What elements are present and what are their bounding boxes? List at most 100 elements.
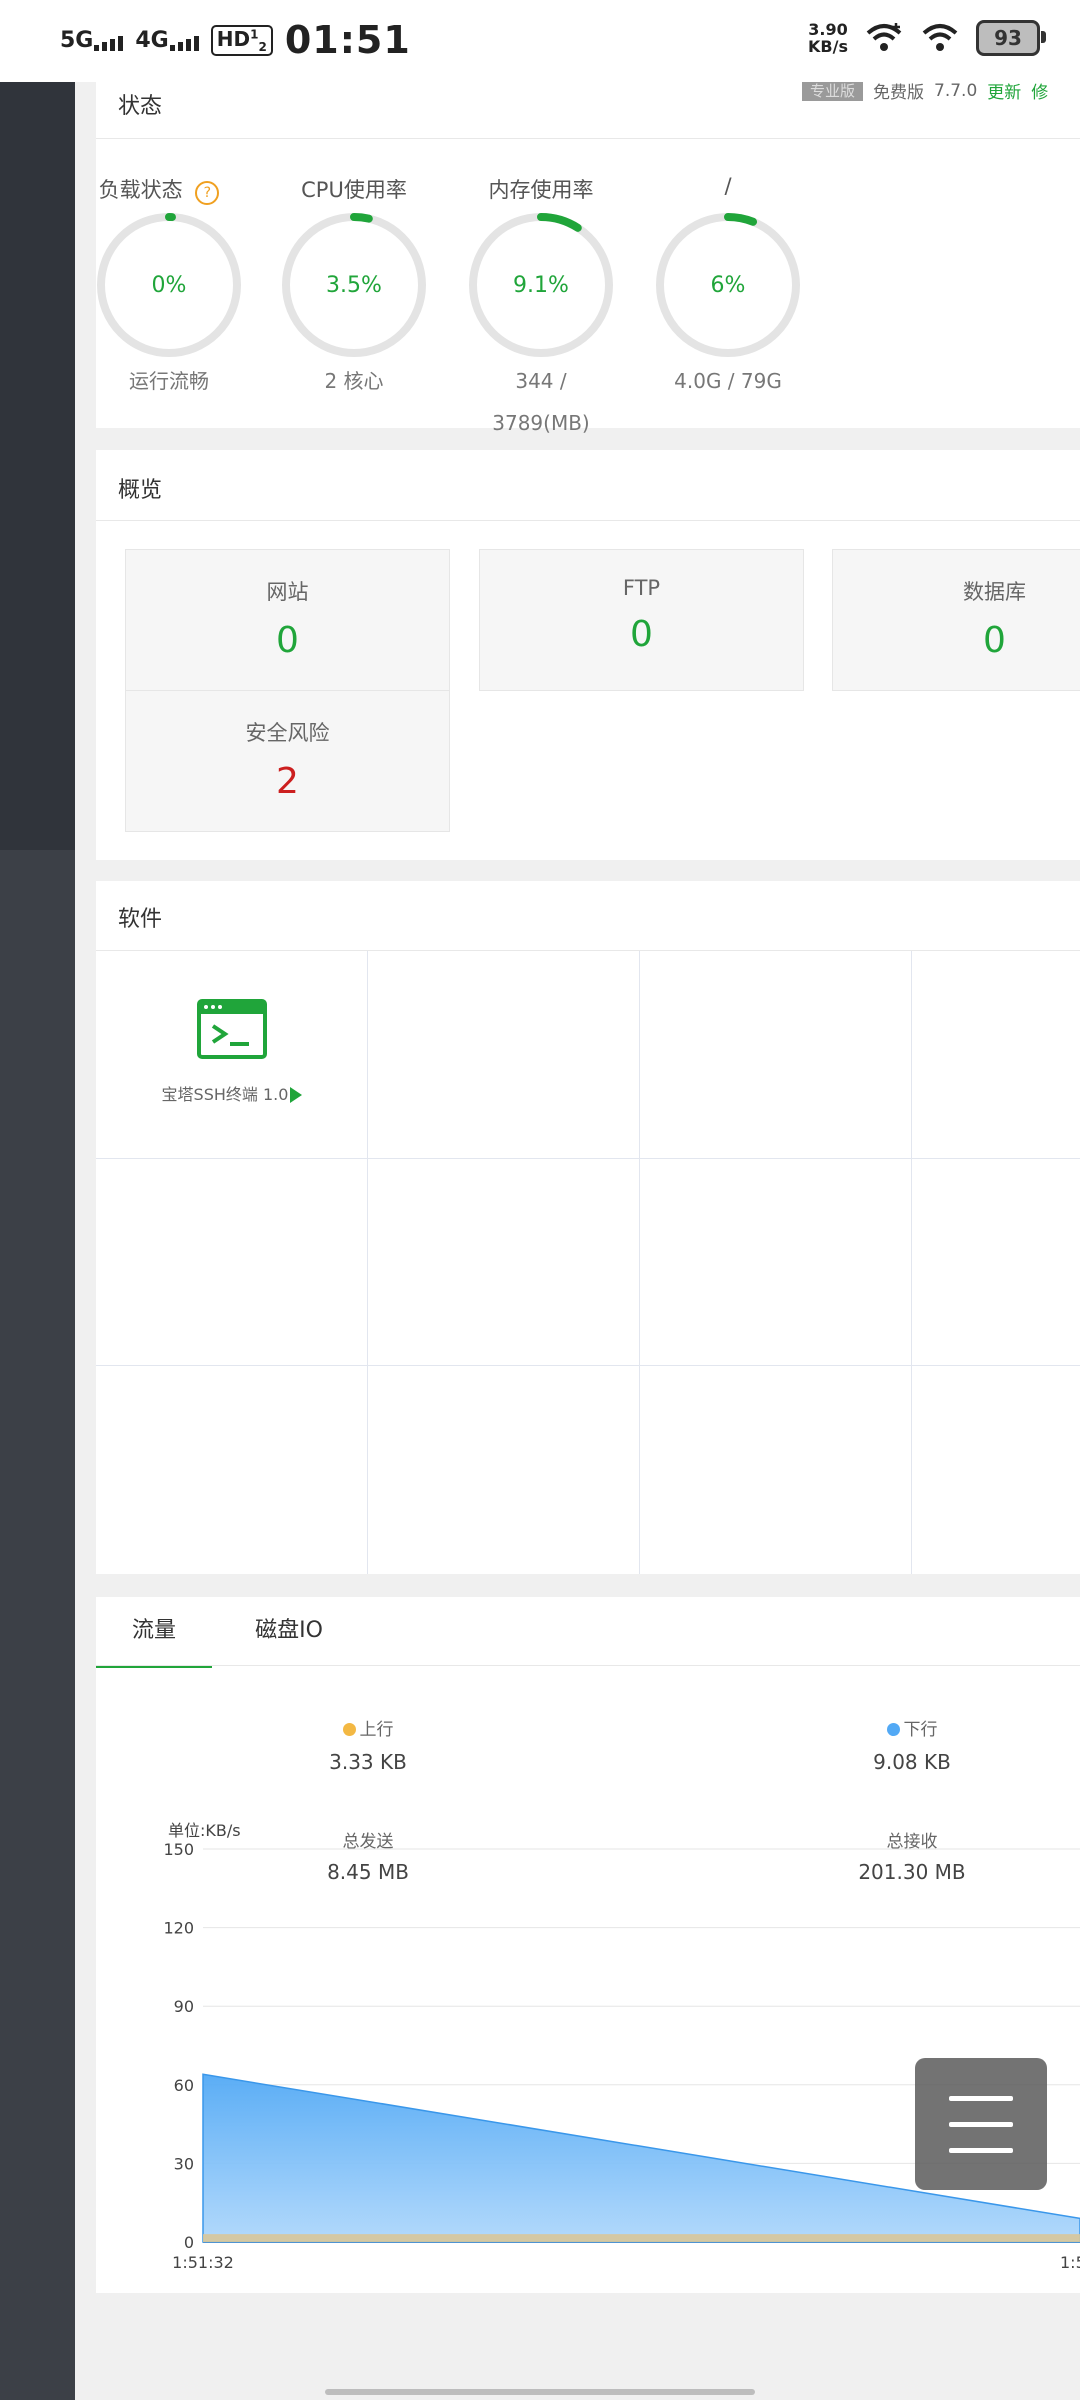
software-slot (96, 1159, 368, 1366)
download-dot-icon (886, 1723, 900, 1736)
gauge-sub-line: 4.0G / 79G (674, 369, 782, 393)
wifi-plus-icon (866, 23, 902, 51)
gauge-cpu[interactable]: 3.5% (279, 210, 429, 360)
wifi-icon (922, 24, 958, 51)
system-status-bar: 5G 4G HD12 01:51 3.90 KB/s 93 (0, 0, 1080, 82)
play-icon[interactable] (290, 1087, 303, 1103)
overview-label: 安全风险 (245, 721, 330, 745)
gauge-value: 9.1% (513, 272, 569, 298)
upload-rate: 3.33 KB (329, 1750, 407, 1774)
gauge-sub-line: 3789(MB) (492, 411, 590, 435)
y-tick-label: 90 (174, 1997, 194, 2016)
upload-dot-icon (342, 1723, 356, 1736)
legend-upload: 上行 (268, 1715, 468, 1740)
gauge-label-disk: / (724, 174, 732, 198)
hd-voice-icon: HD12 (210, 24, 273, 56)
network-type-label: 4G (135, 27, 169, 53)
software-grid: 宝塔SSH终端 1.0 (96, 951, 1080, 1574)
y-tick-label: 0 (184, 2233, 194, 2252)
software-slot (640, 951, 912, 1159)
overview-value: 0 (983, 620, 1006, 661)
y-tick-label: 120 (163, 1919, 194, 1938)
gauge-label-memory: 内存使用率 (488, 178, 594, 202)
divider (96, 1665, 1080, 1666)
speed-unit: KB/s (808, 37, 848, 56)
gauge-label-text: 负载状态 (98, 178, 183, 202)
clock: 01:51 (284, 18, 411, 62)
network-type-label: 5G (60, 27, 94, 53)
software-item[interactable]: 宝塔SSH终端 1.0 (96, 951, 368, 1159)
divider (96, 520, 1080, 521)
overview-label: FTP (622, 576, 661, 600)
speed-value: 3.90 (808, 20, 848, 39)
sidebar-menu-area[interactable] (0, 82, 75, 850)
gauge-value: 3.5% (326, 272, 382, 298)
legend-download: 下行 (812, 1715, 1012, 1740)
signal-bars-icon (94, 35, 124, 51)
gauge-sub-line: 344 / (515, 369, 567, 393)
overview-websites[interactable]: 网站 0 (125, 549, 450, 691)
y-tick-label: 150 (163, 1840, 194, 1859)
x-tick-label: 1:51:32 (172, 2253, 234, 2272)
chart-y-axis-label: 单位:KB/s (168, 1821, 241, 1840)
floating-menu-button[interactable] (915, 2058, 1047, 2190)
software-slot (912, 1159, 1080, 1366)
legend-label: 下行 (903, 1720, 938, 1740)
software-item-label: 宝塔SSH终端 1.0 (96, 1081, 368, 1105)
version-badge: 专业版 (802, 80, 864, 101)
tab-disk-io[interactable]: 磁盘IO (232, 1597, 346, 1665)
gauge-value: 0% (151, 272, 187, 298)
gauge-sub-line: 运行流畅 (129, 369, 209, 393)
divider (96, 138, 1080, 139)
software-slot (912, 951, 1080, 1159)
overview-ftp[interactable]: FTP 0 (479, 549, 804, 691)
software-slot (912, 1366, 1080, 1574)
overview-value: 0 (630, 614, 653, 655)
gauge-disk[interactable]: 6% (653, 210, 803, 360)
terminal-icon (197, 999, 267, 1059)
software-slot (368, 1366, 640, 1574)
tab-traffic[interactable]: 流量 (96, 1597, 212, 1668)
gauge-sub-disk: 4.0G / 79G (638, 360, 818, 402)
signal-4g-indicator: 4G (135, 27, 199, 53)
overview-security-risk[interactable]: 安全风险 2 (125, 690, 450, 832)
software-name: 宝塔SSH终端 1.0 (161, 1085, 289, 1104)
overview-card: 概览 网站 0 FTP 0 数据库 0 安全风险 2 (96, 450, 1080, 860)
section-title: 状态 (118, 94, 163, 119)
gauge-sub-memory: 344 / 3789(MB) (451, 360, 631, 444)
signal-5g-indicator: 5G (60, 27, 124, 53)
help-icon[interactable]: ? (195, 181, 220, 205)
gauge-sub-line: 2 核心 (324, 369, 384, 393)
software-slot (640, 1159, 912, 1366)
status-card: 专业版 免费版 7.7.0 更新 修 状态 负载状态 ? 0% 运行流畅 CPU… (94, 80, 1080, 435)
gauge-memory[interactable]: 9.1% (466, 210, 616, 360)
overview-label: 数据库 (963, 580, 1026, 604)
overview-label: 网站 (266, 580, 309, 604)
software-card: 软件 宝塔SSH终端 1.0 (96, 881, 1080, 1574)
overview-databases[interactable]: 数据库 0 (832, 549, 1080, 691)
signal-bars-icon (169, 35, 199, 51)
home-indicator[interactable] (325, 2389, 755, 2395)
section-title: 软件 (118, 907, 163, 932)
gauge-load[interactable]: 0% (94, 210, 244, 360)
hd-label: HD (216, 26, 251, 51)
hd-sub: 2 (258, 39, 267, 54)
software-slot (368, 1159, 640, 1366)
x-tick-label: 1:51 (1060, 2253, 1080, 2272)
upload-area (203, 2234, 1080, 2242)
gauge-label-load: 负载状态 ? (69, 174, 249, 205)
download-rate: 9.08 KB (873, 1750, 951, 1774)
gauge-value: 6% (710, 272, 746, 298)
legend-label: 上行 (359, 1720, 394, 1740)
y-tick-label: 30 (174, 2154, 194, 2173)
software-slot (640, 1366, 912, 1574)
gauge-label-cpu: CPU使用率 (301, 178, 407, 202)
software-slot (96, 1366, 368, 1574)
version-number: 7.7.0 (934, 80, 978, 101)
network-speed: 3.90 KB/s (808, 21, 848, 55)
overview-value: 0 (276, 620, 299, 661)
section-title: 概览 (118, 478, 163, 503)
software-slot (368, 951, 640, 1159)
gauge-sub-cpu: 2 核心 (264, 360, 444, 402)
hd-sup: 1 (250, 26, 259, 41)
